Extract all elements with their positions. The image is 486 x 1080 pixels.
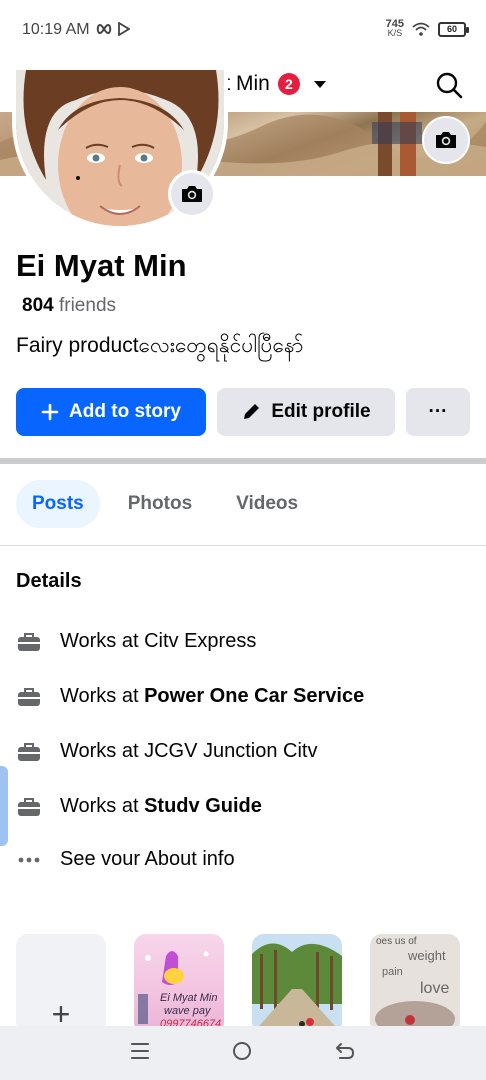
add-to-story-button[interactable]: Add to story — [16, 388, 206, 436]
featured-thumbnail[interactable]: oes us of weight pain love — [370, 934, 460, 1034]
detail-work-item: Works at Power One Car Service — [16, 685, 364, 708]
edit-profile-picture-button[interactable] — [168, 170, 216, 218]
camera-icon — [182, 186, 202, 202]
plus-icon — [41, 403, 59, 421]
system-nav-bar — [0, 1026, 486, 1080]
detail-work-text: Works at Studv Guide — [60, 795, 262, 817]
detail-work-item: Works at Studv Guide — [16, 795, 262, 818]
friends-label: friends — [53, 295, 117, 316]
friends-count-link[interactable]: 804 friends — [22, 295, 116, 317]
profile-bio: Fairy productလေးတွေရနိုင်ပါပြီနော် — [16, 334, 304, 357]
profile-tabs: Posts Photos Videos — [16, 480, 314, 528]
chevron-down-icon — [313, 80, 326, 88]
workplace-name[interactable]: Studv Guide — [144, 795, 262, 817]
system-back-button[interactable] — [334, 1041, 356, 1066]
status-time: 10:19 AM — [22, 21, 90, 38]
details-heading: Details — [16, 570, 82, 592]
camera-icon — [436, 132, 456, 148]
section-divider — [0, 458, 486, 464]
side-drawer-handle[interactable] — [0, 766, 8, 846]
friends-count: 804 — [22, 295, 54, 316]
edit-profile-label: Edit profile — [271, 401, 371, 422]
play-store-icon — [118, 22, 130, 36]
edit-cover-photo-button[interactable] — [422, 116, 470, 164]
profile-name: Ei Myat Min — [16, 248, 187, 283]
home-circle-icon — [232, 1041, 251, 1060]
add-featured-button[interactable]: + — [16, 934, 106, 1034]
more-options-button[interactable]: ··· — [406, 388, 470, 436]
workplace-name[interactable]: JCGV Junction Citv — [144, 740, 317, 762]
search-icon — [436, 72, 463, 99]
briefcase-icon — [16, 741, 42, 763]
tab-posts[interactable]: Posts — [16, 480, 100, 528]
featured-thumbnail[interactable]: Ei Myat Min wave pay 0997746674 — [134, 934, 224, 1034]
featured-thumbnail[interactable] — [252, 934, 342, 1034]
briefcase-icon — [16, 686, 42, 708]
status-notification-icons — [96, 22, 130, 36]
menu-icon — [131, 1042, 150, 1059]
network-speed: 745 K/S — [385, 18, 404, 38]
search-button[interactable] — [434, 70, 464, 100]
featured-image-road — [252, 934, 342, 1034]
detail-work-text: Works at JCGV Junction Citv — [60, 740, 318, 762]
ellipsis-icon — [16, 849, 42, 871]
status-bar: 10:19 AM 745 K/S 60 — [0, 0, 486, 60]
see-about-info-label: See vour About info — [60, 848, 235, 870]
notification-badge: 2 — [277, 73, 300, 95]
detail-work-item: Works at JCGV Junction Citv — [16, 740, 317, 763]
tab-photos[interactable]: Photos — [112, 480, 208, 528]
profile-actions: Add to story Edit profile ··· — [16, 388, 470, 436]
wifi-icon — [412, 22, 430, 36]
detail-work-text: Works at Power One Car Service — [60, 685, 365, 707]
recent-apps-button[interactable] — [130, 1042, 150, 1065]
detail-work-text: Works at Citv Express — [60, 630, 257, 652]
tab-videos[interactable]: Videos — [220, 480, 314, 528]
briefcase-icon — [16, 796, 42, 818]
home-button[interactable] — [231, 1040, 253, 1067]
back-icon — [335, 1042, 354, 1059]
workplace-name[interactable]: Citv Express — [144, 630, 256, 652]
tabs-divider — [0, 545, 486, 546]
workplace-name[interactable]: Power One Car Service — [144, 685, 364, 707]
see-about-info-link[interactable]: See vour About info — [16, 848, 235, 871]
briefcase-icon — [16, 631, 42, 653]
detail-work-item: Works at Citv Express — [16, 630, 256, 653]
status-indicators: 745 K/S 60 — [385, 18, 469, 38]
add-to-story-label: Add to story — [69, 401, 181, 422]
pencil-icon — [244, 404, 260, 419]
battery-icon: 60 — [438, 21, 469, 37]
featured-strip: + Ei Myat Min wave pay 0997746674 oes us… — [16, 934, 460, 1034]
infinity-icon — [96, 24, 112, 34]
edit-profile-button[interactable]: Edit profile — [217, 388, 395, 436]
more-icon: ··· — [428, 401, 448, 422]
